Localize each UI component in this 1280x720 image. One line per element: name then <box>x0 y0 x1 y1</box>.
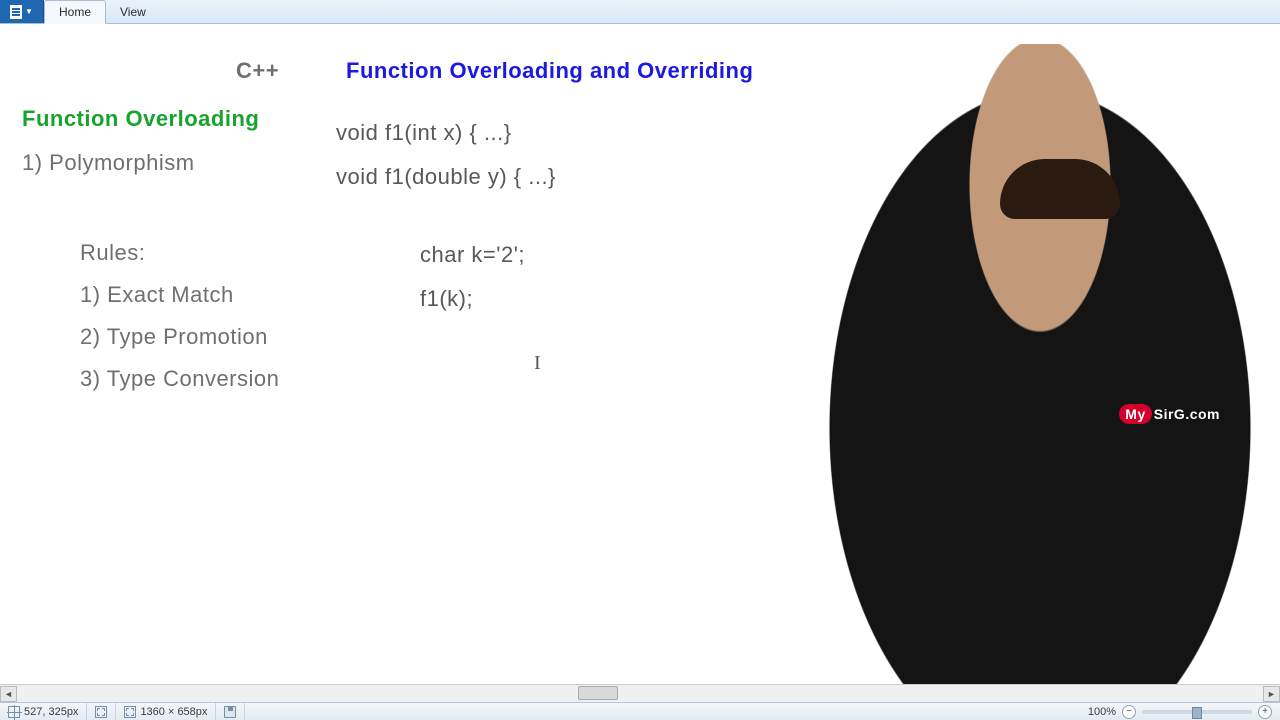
code-line-1: void f1(int x) { ...} <box>336 120 512 146</box>
document-icon <box>10 5 22 19</box>
zoom-slider[interactable] <box>1142 710 1252 714</box>
status-canvas-size: 1360 × 658px <box>116 703 216 720</box>
section-heading: Function Overloading <box>22 106 259 132</box>
rule-type-promotion: 2) Type Promotion <box>80 324 268 350</box>
ribbon-tab-home[interactable]: Home <box>44 0 106 24</box>
scroll-track[interactable] <box>17 686 1263 702</box>
document-canvas[interactable]: C++ Function Overloading and Overriding … <box>0 24 1280 684</box>
crosshair-icon <box>8 706 20 718</box>
shirt-logo: My SirG.com <box>1119 404 1220 424</box>
status-file-size <box>216 703 245 720</box>
code-line-3: char k='2'; <box>420 242 525 268</box>
status-bar: 527, 325px 1360 × 658px 100% − + <box>0 702 1280 720</box>
rules-heading: Rules: <box>80 240 145 266</box>
ribbon-tab-view[interactable]: View <box>106 0 160 23</box>
status-cursor-position: 527, 325px <box>0 703 87 720</box>
zoom-in-button[interactable]: + <box>1258 705 1272 719</box>
text-caret-icon: I <box>534 352 541 375</box>
scroll-right-button[interactable]: ► <box>1263 686 1280 702</box>
zoom-level-label: 100% <box>1088 706 1116 718</box>
chevron-down-icon: ▼ <box>25 8 33 16</box>
rule-exact-match: 1) Exact Match <box>80 282 234 308</box>
horizontal-scrollbar[interactable]: ◄ ► <box>0 684 1280 702</box>
presenter-figure: My SirG.com <box>800 44 1280 684</box>
zoom-controls: 100% − + <box>1080 705 1280 719</box>
code-line-2: void f1(double y) { ...} <box>336 164 556 190</box>
logo-prefix: My <box>1119 404 1151 424</box>
scroll-thumb[interactable] <box>578 686 618 700</box>
slide-title: Function Overloading and Overriding <box>346 58 753 84</box>
canvas-dims-value: 1360 × 658px <box>140 706 207 718</box>
dimensions-icon <box>124 706 136 718</box>
rule-type-conversion: 3) Type Conversion <box>80 366 279 392</box>
code-line-4: f1(k); <box>420 286 473 312</box>
slide-content: C++ Function Overloading and Overriding … <box>0 24 1280 684</box>
zoom-out-button[interactable]: − <box>1122 705 1136 719</box>
app-menu-button[interactable]: ▼ <box>0 0 44 23</box>
bullet-polymorphism: 1) Polymorphism <box>22 150 195 176</box>
status-selection-size <box>87 703 116 720</box>
cursor-pos-value: 527, 325px <box>24 706 78 718</box>
logo-suffix: SirG.com <box>1154 406 1220 422</box>
ribbon-bar: ▼ Home View <box>0 0 1280 24</box>
scroll-left-button[interactable]: ◄ <box>0 686 17 702</box>
language-label: C++ <box>236 58 279 84</box>
selection-icon <box>95 706 107 718</box>
disk-icon <box>224 706 236 718</box>
